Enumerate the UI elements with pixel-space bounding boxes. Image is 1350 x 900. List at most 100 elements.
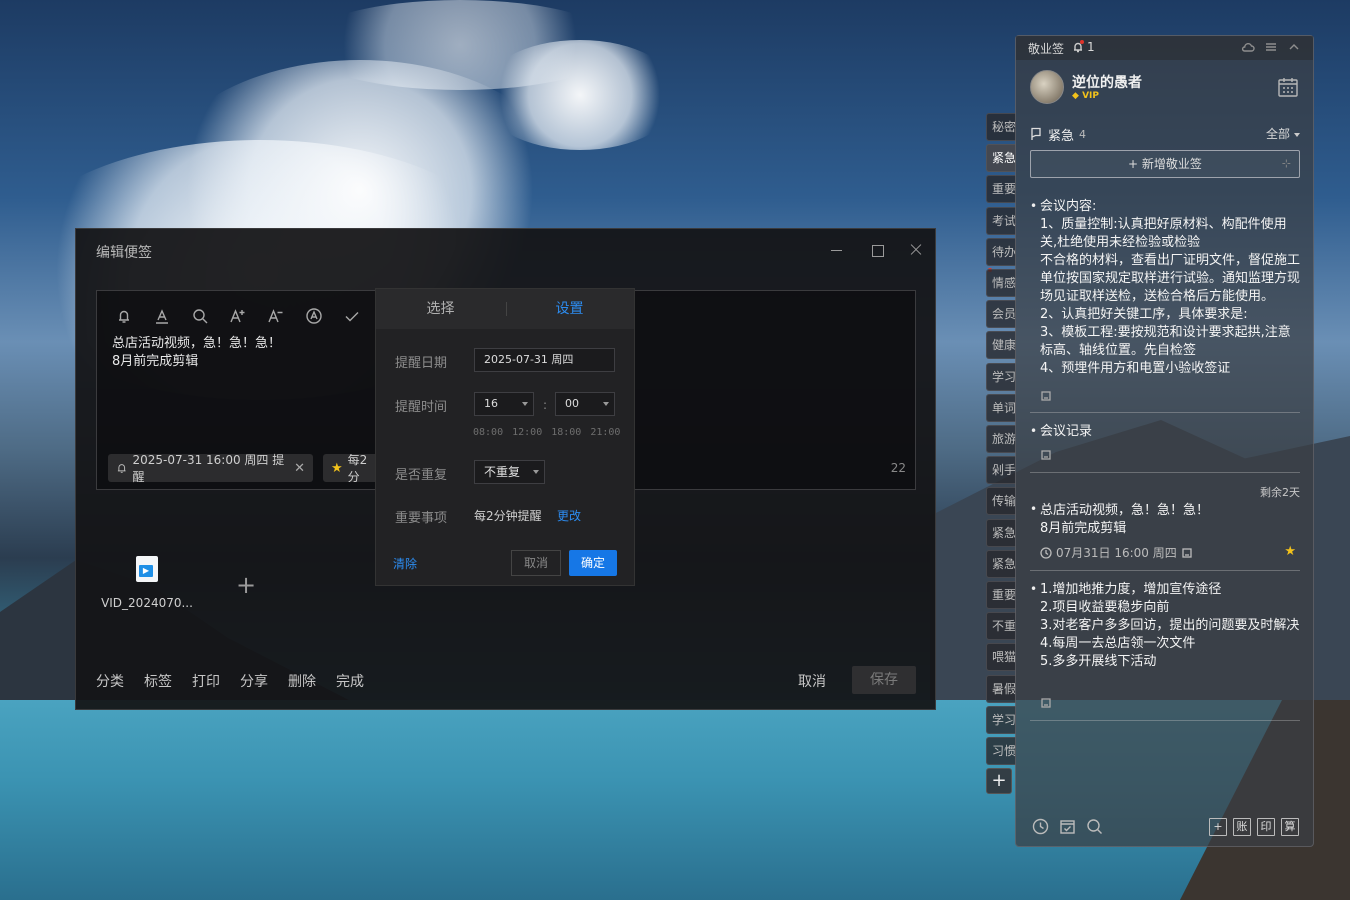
share-button[interactable]: 分享 bbox=[240, 671, 268, 691]
editor-actions: 分类 标签 打印 分享 删除 完成 bbox=[96, 671, 364, 691]
bullet: • bbox=[1030, 199, 1038, 213]
menu-icon[interactable] bbox=[1264, 40, 1278, 54]
collapse-icon[interactable] bbox=[1287, 40, 1301, 54]
delete-button[interactable]: 删除 bbox=[288, 671, 316, 691]
category-tab[interactable]: 秘密 bbox=[986, 113, 1016, 141]
repeat-select[interactable]: 不重复 bbox=[474, 460, 545, 484]
category-tab[interactable]: 紧急 bbox=[986, 549, 1016, 578]
font-decrease-icon[interactable] bbox=[263, 304, 289, 328]
category-tab[interactable]: 会员 bbox=[986, 300, 1016, 329]
cancel-button[interactable]: 取消 bbox=[798, 671, 826, 691]
font-color-icon[interactable] bbox=[149, 304, 175, 328]
category-tab[interactable]: 喂猫 bbox=[986, 643, 1016, 672]
category-tab[interactable]: 学习 bbox=[986, 362, 1016, 391]
calendar-icon[interactable] bbox=[1277, 76, 1299, 98]
category-tab[interactable]: 情感 bbox=[986, 269, 1016, 297]
notification-dot bbox=[1080, 40, 1084, 44]
category-tab[interactable]: 紧急 bbox=[986, 144, 1016, 173]
note-line: 8月前完成剪辑 bbox=[112, 354, 199, 369]
clock-icon[interactable] bbox=[1032, 818, 1049, 835]
remove-reminder-icon[interactable]: ✕ bbox=[294, 461, 305, 476]
tab-settings[interactable]: 设置 bbox=[505, 289, 634, 329]
notification-count: 1 bbox=[1087, 40, 1095, 54]
minute-select[interactable]: 00 bbox=[555, 392, 615, 416]
tag-icon bbox=[1040, 697, 1052, 709]
panel-bottom-actions: + 账 印 算 bbox=[1209, 818, 1299, 836]
quick-time-option[interactable]: 18:00 bbox=[551, 427, 581, 438]
clear-button[interactable]: 清除 bbox=[393, 555, 417, 572]
filter-dropdown[interactable]: 全部 bbox=[1266, 125, 1300, 142]
note-item[interactable]: • 1.增加地推力度，增加宣传途径 2.项目收益要稳步向前 3.对老客户多多回访… bbox=[1030, 581, 1300, 721]
auto-format-icon[interactable] bbox=[301, 304, 327, 328]
tag-button[interactable]: 标签 bbox=[144, 671, 172, 691]
category-tab[interactable]: 重要 bbox=[986, 581, 1016, 609]
cloud-sync-icon[interactable] bbox=[1241, 40, 1255, 54]
category-tab[interactable]: 学习 bbox=[986, 705, 1016, 734]
panel-bottom-tools bbox=[1032, 818, 1103, 835]
print-button[interactable]: 印 bbox=[1257, 818, 1275, 836]
note-item[interactable]: • 会议记录 bbox=[1030, 423, 1300, 473]
quick-time-option[interactable]: 21:00 bbox=[590, 427, 620, 438]
add-attachment-icon[interactable]: + bbox=[236, 571, 256, 599]
tab-select[interactable]: 选择 bbox=[376, 289, 505, 329]
reminder-chip[interactable]: 2025-07-31 16:00 周四 提醒 ✕ bbox=[108, 453, 313, 484]
category-tab[interactable]: 旅游 bbox=[986, 425, 1016, 453]
quick-time-option[interactable]: 08:00 bbox=[473, 427, 503, 438]
repeat-label: 是否重复 bbox=[395, 468, 448, 483]
popup-cancel-button[interactable]: 取消 bbox=[511, 550, 561, 576]
priority-chip[interactable]: ★ 每2分 bbox=[323, 454, 383, 482]
category-tab[interactable]: 剁手 bbox=[986, 456, 1016, 485]
category-tab[interactable]: 单词 bbox=[986, 393, 1016, 422]
note-item[interactable]: 剩余2天 • 总店活动视频，急！急！急！ 8月前完成剪辑 07月31日 16:0… bbox=[1030, 484, 1300, 571]
pin-icon[interactable]: ⊹ bbox=[1282, 151, 1291, 177]
note-line: 会议记录 bbox=[1040, 424, 1093, 439]
note-content: 总店活动视频，急！急！急！ 8月前完成剪辑 bbox=[1040, 502, 1300, 538]
check-icon[interactable] bbox=[339, 304, 365, 328]
category-tab[interactable]: 传输 bbox=[986, 487, 1016, 516]
category-tab[interactable]: 习惯 bbox=[986, 737, 1016, 765]
hour-select[interactable]: 16 bbox=[474, 392, 534, 416]
star-icon[interactable]: ★ bbox=[1284, 544, 1296, 559]
note-item[interactable]: • 会议内容: 1、质量控制:认真把好原材料、构配件使用关,杜绝使用未经检验或检… bbox=[1030, 198, 1300, 413]
checklist-icon[interactable] bbox=[1059, 818, 1076, 835]
note-line: 2.项目收益要稳步向前 bbox=[1040, 600, 1170, 615]
avatar[interactable] bbox=[1030, 70, 1064, 104]
category-button[interactable]: 分类 bbox=[96, 671, 124, 691]
category-tab[interactable]: 考试 bbox=[986, 206, 1016, 235]
close-icon[interactable] bbox=[905, 239, 927, 261]
popup-ok-button[interactable]: 确定 bbox=[569, 550, 617, 576]
search-icon[interactable] bbox=[187, 304, 213, 328]
notification-button[interactable]: 1 bbox=[1072, 40, 1095, 54]
tag-icon bbox=[1182, 547, 1192, 558]
change-link[interactable]: 更改 bbox=[557, 507, 581, 524]
calculator-button[interactable]: 算 bbox=[1281, 818, 1299, 836]
category-tab[interactable]: 健康 bbox=[986, 331, 1016, 360]
add-icon[interactable]: + bbox=[1209, 818, 1227, 836]
chevron-down-icon bbox=[533, 470, 539, 474]
minimize-icon[interactable] bbox=[826, 239, 848, 261]
category-tab[interactable]: 待办 bbox=[986, 237, 1016, 266]
app-name: 敬业签 bbox=[1028, 42, 1065, 56]
note-line: 4、预埋件用方和电置小验收签证 bbox=[1040, 361, 1231, 376]
remaining-days: 剩余2天 bbox=[1260, 486, 1300, 499]
font-increase-icon[interactable] bbox=[225, 304, 251, 328]
category-tab[interactable]: 紧急 bbox=[986, 518, 1016, 547]
complete-button[interactable]: 完成 bbox=[336, 671, 364, 691]
search-icon[interactable] bbox=[1086, 818, 1103, 835]
category-tab[interactable]: 不重 bbox=[986, 612, 1016, 641]
quick-time-option[interactable]: 12:00 bbox=[512, 427, 542, 438]
add-category-button[interactable]: + bbox=[986, 768, 1012, 794]
note-content[interactable]: 总店活动视频，急！急！急！ 8月前完成剪辑 bbox=[112, 335, 281, 371]
attachment-video[interactable]: VID_2024070... bbox=[101, 556, 193, 610]
save-button[interactable]: 保存 bbox=[852, 666, 916, 694]
account-book-button[interactable]: 账 bbox=[1233, 818, 1251, 836]
category-tab[interactable]: 重要 bbox=[986, 175, 1016, 204]
category-tab[interactable]: 暑假 bbox=[986, 674, 1016, 703]
video-file-icon bbox=[136, 556, 158, 582]
new-note-button[interactable]: + 新增敬业签 ⊹ bbox=[1030, 150, 1300, 178]
bell-icon[interactable] bbox=[111, 304, 137, 328]
important-value: 每2分钟提醒 bbox=[474, 509, 542, 523]
maximize-icon[interactable] bbox=[866, 239, 888, 261]
print-button[interactable]: 打印 bbox=[192, 671, 220, 691]
date-field[interactable]: 2025-07-31 周四 bbox=[474, 348, 615, 372]
